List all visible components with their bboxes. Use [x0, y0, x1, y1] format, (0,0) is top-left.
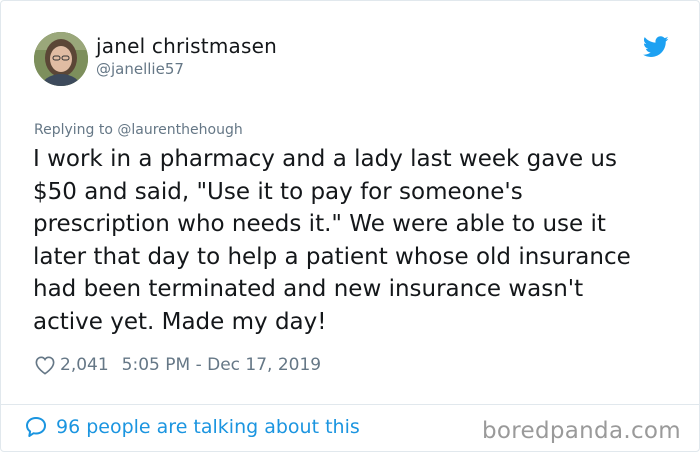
- tweet-text: I work in a pharmacy and a lady last wee…: [33, 146, 631, 335]
- tweet-meta: 2,041 5:05 PM - Dec 17, 2019: [34, 352, 321, 378]
- twitter-bird-icon[interactable]: [643, 36, 669, 58]
- divider: [1, 404, 699, 405]
- timestamp[interactable]: 5:05 PM - Dec 17, 2019: [122, 355, 321, 375]
- avatar[interactable]: [34, 32, 88, 86]
- talking-text[interactable]: 96 people are talking about this: [56, 416, 360, 438]
- heart-icon[interactable]: [34, 355, 56, 375]
- conversation-link[interactable]: 96 people are talking about this: [24, 415, 360, 439]
- author-handle[interactable]: @janellie57: [96, 60, 184, 78]
- replying-prefix: Replying to: [34, 122, 113, 138]
- replying-to: Replying to @laurenthehough: [34, 122, 243, 138]
- like-count[interactable]: 2,041: [60, 355, 109, 375]
- speech-bubble-icon: [26, 417, 46, 437]
- tweet-card: janel christmasen @janellie57 Replying t…: [0, 0, 700, 452]
- replying-mention-link[interactable]: @laurenthehough: [117, 122, 242, 138]
- watermark-text: boredpanda.com: [482, 418, 681, 444]
- author-name[interactable]: janel christmasen: [96, 34, 277, 58]
